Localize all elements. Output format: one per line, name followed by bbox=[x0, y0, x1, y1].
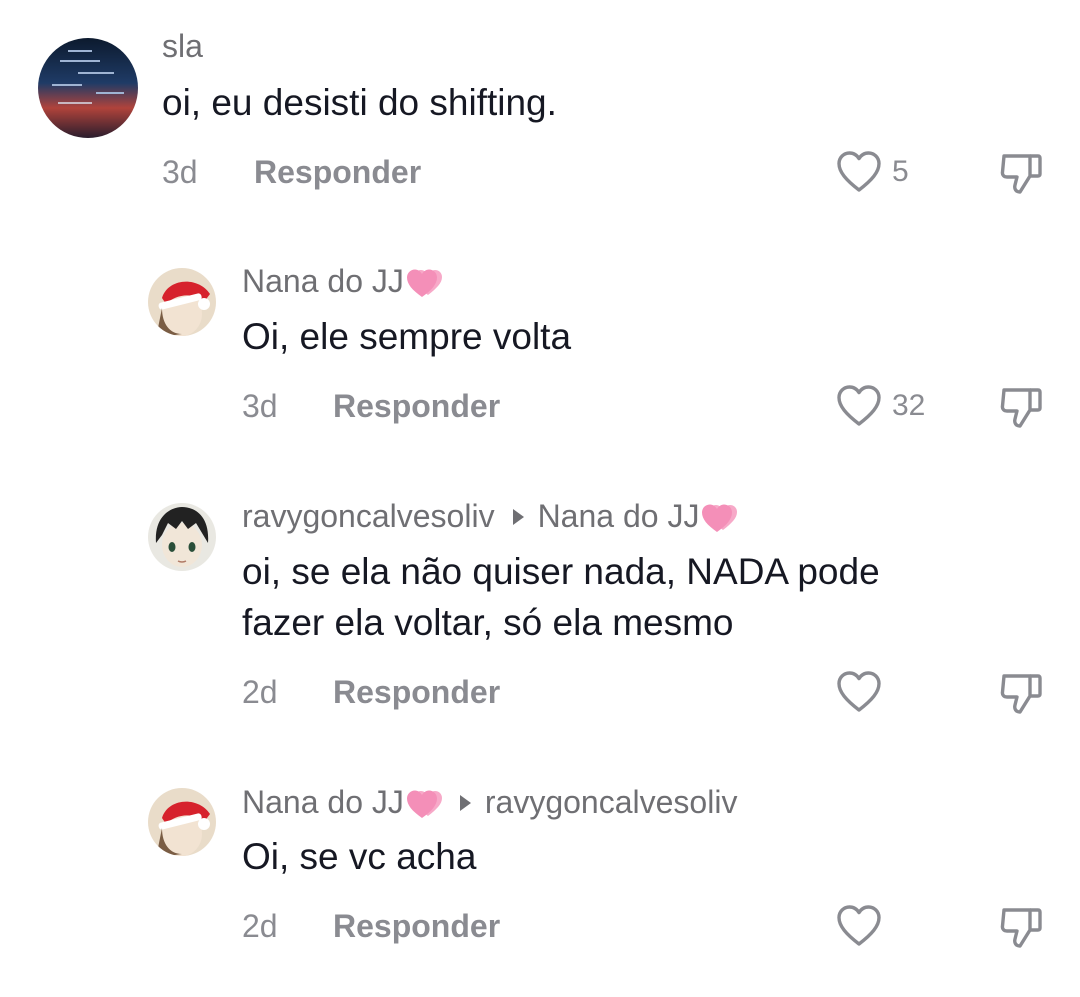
comment-text: oi, eu desisti do shifting. bbox=[162, 77, 557, 128]
like-count: 32 bbox=[892, 389, 926, 422]
pink-hearts-emoji bbox=[406, 790, 442, 818]
comment-age: 2d bbox=[242, 674, 278, 710]
comment-text: oi, se ela não quiser nada, NADA pode fa… bbox=[242, 546, 880, 648]
reply-button[interactable]: Responder bbox=[333, 674, 500, 711]
reply-button[interactable]: Responder bbox=[333, 908, 500, 945]
comment-text-line: fazer ela voltar, só ela mesmo bbox=[242, 602, 734, 643]
username-text[interactable]: Nana do JJ bbox=[242, 784, 404, 821]
comment-text-line: oi, eu desisti do shifting. bbox=[162, 82, 557, 123]
thumbs-down-outline-icon[interactable] bbox=[998, 904, 1044, 950]
comment-age: 3d bbox=[162, 154, 198, 190]
like-count: 5 bbox=[892, 155, 909, 188]
comment-username[interactable]: sla bbox=[162, 28, 203, 65]
reply-button[interactable]: Responder bbox=[333, 388, 500, 425]
thumbs-down-outline-icon[interactable] bbox=[998, 670, 1044, 716]
comment-text: Oi, se vc acha bbox=[242, 831, 476, 882]
triangle-right-icon bbox=[512, 508, 524, 525]
comment-age: 2d bbox=[242, 908, 278, 944]
comment-username[interactable]: ravygoncalvesoliv Nana do JJ bbox=[242, 498, 738, 535]
heart-outline-icon[interactable] bbox=[836, 904, 882, 948]
reply-button[interactable]: Responder bbox=[254, 154, 421, 191]
triangle-right-icon bbox=[459, 794, 471, 811]
comment-text: Oi, ele sempre volta bbox=[242, 311, 571, 362]
heart-outline-icon[interactable] bbox=[836, 384, 882, 428]
comment-text-line: Oi, ele sempre volta bbox=[242, 316, 572, 357]
username-text[interactable]: ravygoncalvesoliv bbox=[242, 498, 495, 535]
avatar[interactable] bbox=[38, 38, 138, 138]
comment-username[interactable]: Nana do JJ ravygoncalvesoliv bbox=[242, 784, 737, 821]
thumbs-down-outline-icon[interactable] bbox=[998, 150, 1044, 196]
avatar[interactable] bbox=[148, 788, 216, 856]
comment-text-line: oi, se ela não quiser nada, NADA pode bbox=[242, 551, 880, 592]
heart-outline-icon[interactable] bbox=[836, 670, 882, 714]
avatar[interactable] bbox=[148, 503, 216, 571]
pink-hearts-emoji bbox=[406, 269, 442, 297]
pink-hearts-emoji bbox=[702, 504, 738, 532]
comment-age: 3d bbox=[242, 388, 278, 424]
username-text[interactable]: sla bbox=[162, 28, 203, 65]
heart-outline-icon[interactable] bbox=[836, 150, 882, 194]
reply-to-username[interactable]: Nana do JJ bbox=[538, 498, 700, 535]
reply-to-username[interactable]: ravygoncalvesoliv bbox=[485, 784, 738, 821]
thumbs-down-outline-icon[interactable] bbox=[998, 384, 1044, 430]
avatar[interactable] bbox=[148, 268, 216, 336]
username-text[interactable]: Nana do JJ bbox=[242, 263, 404, 300]
comment-text-line: Oi, se vc acha bbox=[242, 836, 477, 877]
comment-username[interactable]: Nana do JJ bbox=[242, 263, 442, 300]
